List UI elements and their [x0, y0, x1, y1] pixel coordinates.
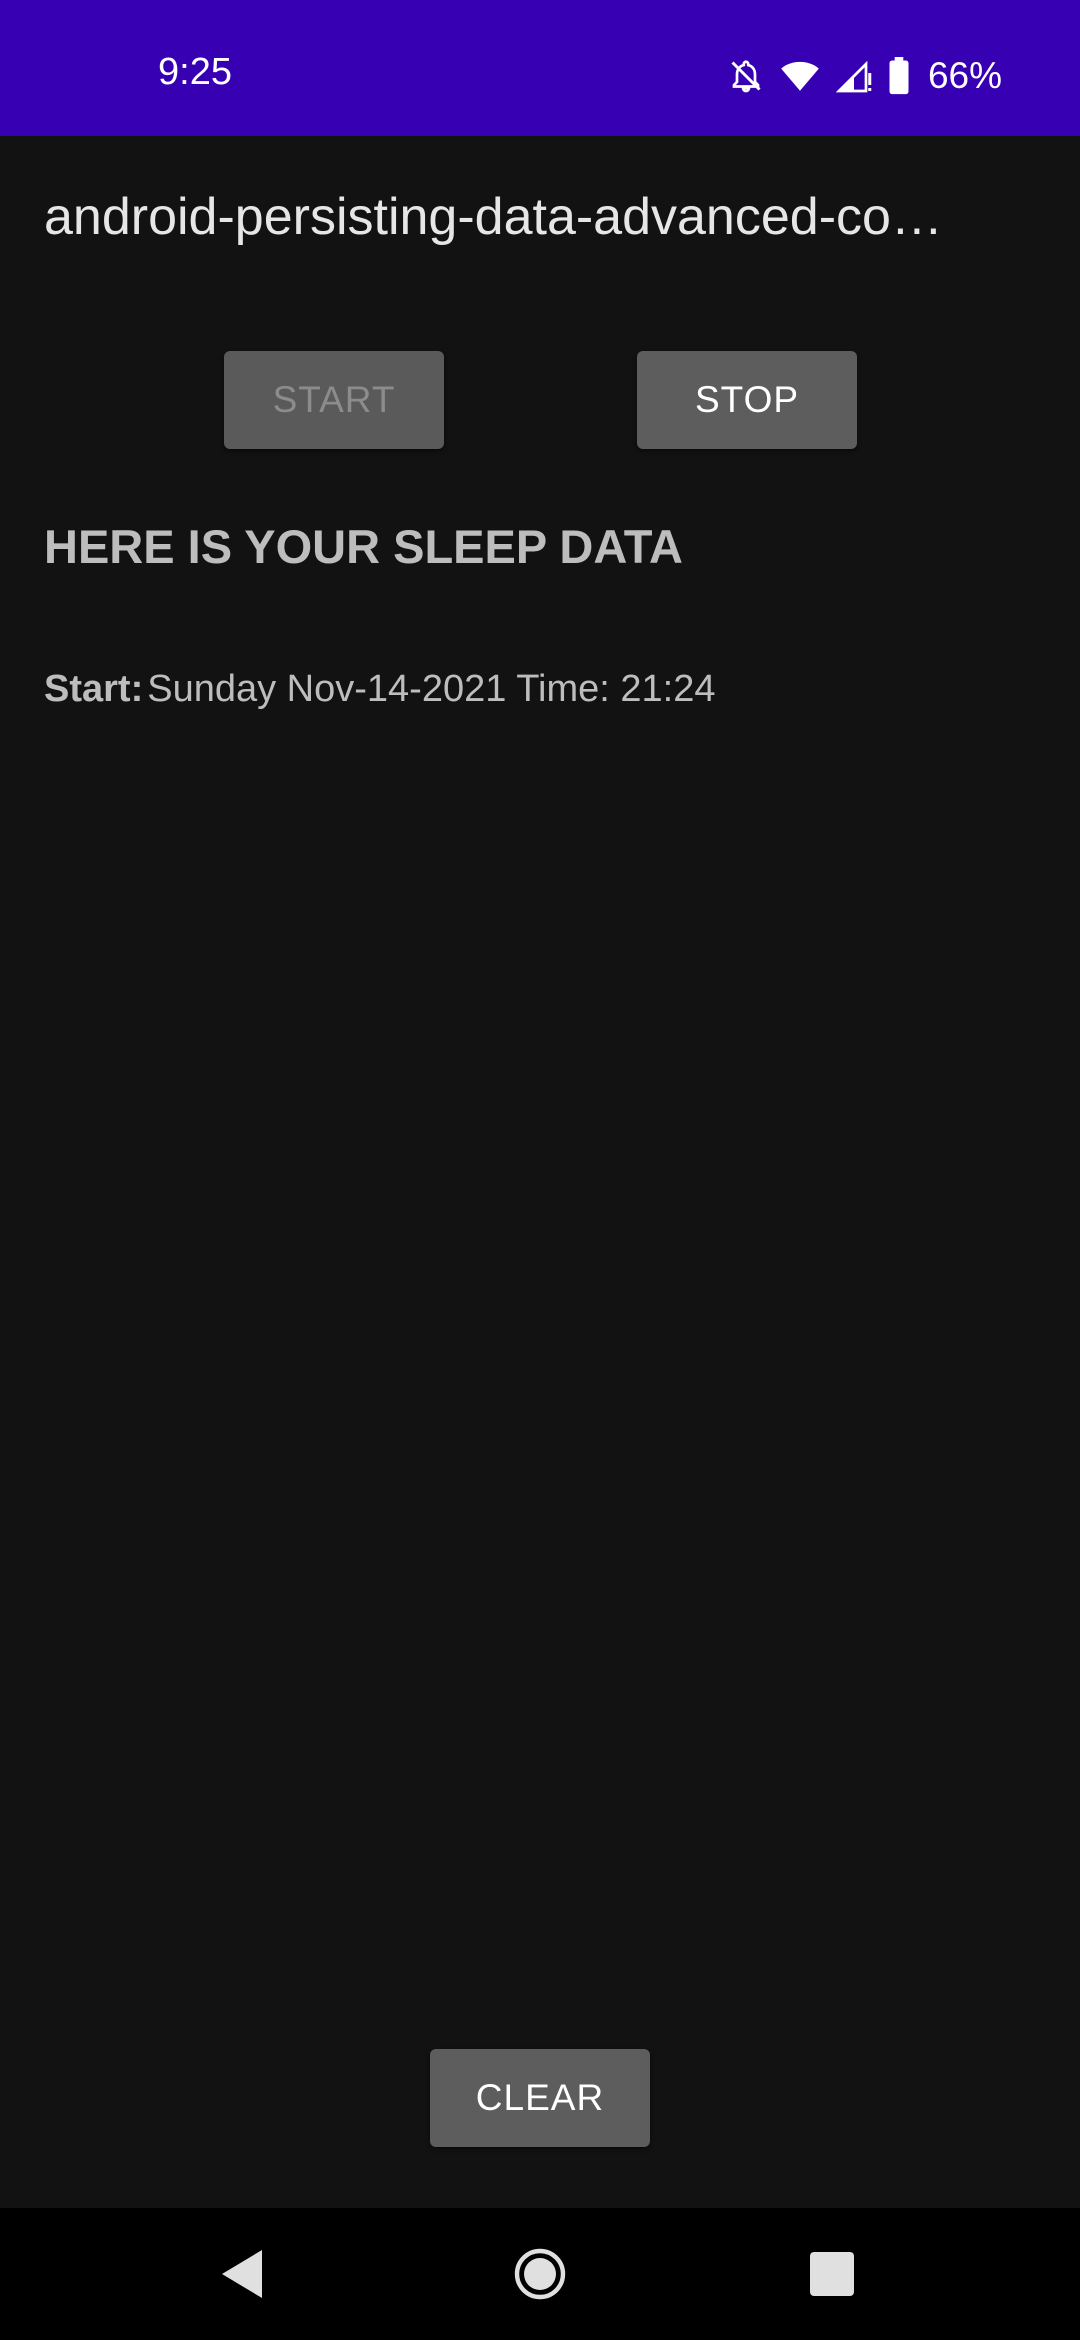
status-bar: 9:25 66% [0, 0, 1080, 136]
cellular-signal-icon [835, 58, 872, 94]
sleep-entry-label: Start: [44, 668, 144, 710]
start-button[interactable]: START [224, 351, 444, 449]
status-time: 9:25 [158, 51, 232, 93]
sleep-entry: Start: Sunday Nov-14-2021 Time: 21:24 [44, 666, 715, 712]
screen: 9:25 66% android-persisting-data-advance… [0, 0, 1080, 2340]
notifications-off-icon [728, 58, 764, 94]
wifi-icon [780, 58, 820, 94]
battery-icon [888, 57, 910, 95]
clear-button[interactable]: CLEAR [430, 2049, 650, 2147]
recents-icon[interactable] [804, 2246, 860, 2302]
battery-percentage: 66% [927, 55, 1002, 96]
sleep-entry-value: Sunday Nov-14-2021 Time: 21:24 [147, 668, 716, 710]
status-icons: 66% [728, 56, 1002, 96]
app-title: android-persisting-data-advanced-co… [44, 188, 943, 246]
home-icon[interactable] [512, 2246, 568, 2302]
sleep-data-heading: HERE IS YOUR SLEEP DATA [44, 520, 683, 573]
back-icon[interactable] [216, 2246, 272, 2302]
navigation-bar [0, 2208, 1080, 2340]
stop-button[interactable]: STOP [637, 351, 857, 449]
